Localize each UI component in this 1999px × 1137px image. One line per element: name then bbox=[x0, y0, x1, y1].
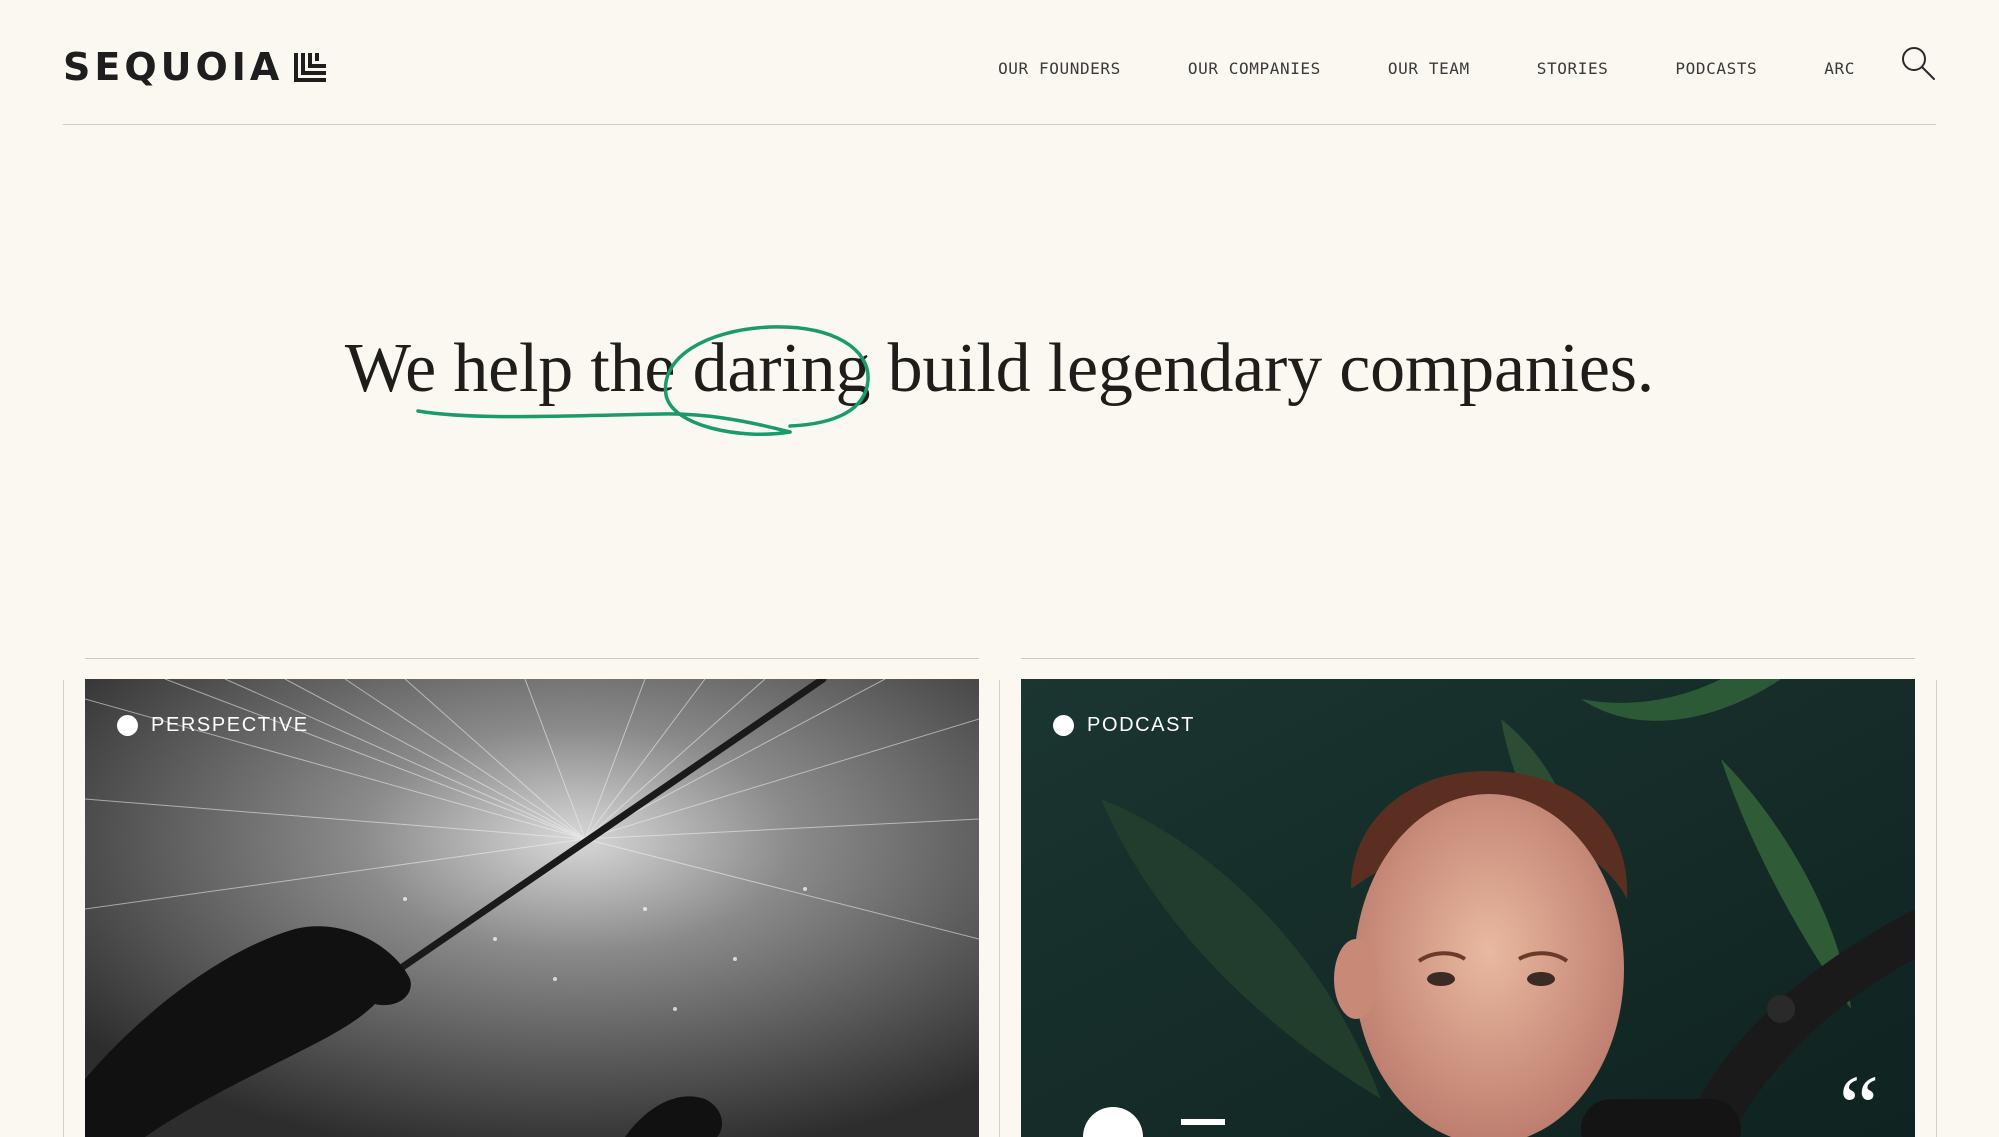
svg-text:“: “ bbox=[1839, 1058, 1879, 1137]
nav-our-companies[interactable]: OUR COMPANIES bbox=[1188, 59, 1321, 78]
hero-section: We help the daring build legendary compa… bbox=[0, 330, 1999, 407]
podcast-card[interactable]: “ PODCAST bbox=[1021, 679, 1915, 1137]
hero-closing-phrase: build legendary companies. bbox=[887, 330, 1655, 407]
nav-podcasts[interactable]: PODCASTS bbox=[1675, 59, 1757, 78]
card-top-rule-2 bbox=[1021, 658, 1915, 659]
hero-headline: We help the daring build legendary compa… bbox=[0, 330, 1999, 407]
site-header: SEQUOIA OUR FOUNDERS OUR COMPANIES OUR T… bbox=[63, 0, 1936, 125]
podcast-guest-image: “ bbox=[1021, 679, 1915, 1137]
logo-tree-icon bbox=[294, 53, 327, 82]
nav-our-team[interactable]: OUR TEAM bbox=[1388, 59, 1470, 78]
hero-word-we: We bbox=[344, 330, 437, 407]
card-top-rule-1 bbox=[85, 658, 979, 659]
nav-stories[interactable]: STORIES bbox=[1537, 59, 1609, 78]
search-icon[interactable] bbox=[1900, 45, 1936, 81]
cards-frame-middle bbox=[999, 680, 1000, 1137]
tag-label: PERSPECTIVE bbox=[151, 714, 309, 736]
nav-our-founders[interactable]: OUR FOUNDERS bbox=[998, 59, 1121, 78]
tag-label: PODCAST bbox=[1087, 714, 1195, 736]
cards-frame-right bbox=[1936, 680, 1937, 1137]
logo-wordmark: SEQUOIA bbox=[63, 45, 284, 89]
nav-arc[interactable]: ARC bbox=[1824, 59, 1855, 78]
main-nav: OUR FOUNDERS OUR COMPANIES OUR TEAM STOR… bbox=[998, 47, 1936, 81]
perspective-tag: PERSPECTIVE bbox=[117, 714, 309, 737]
cards-frame-left bbox=[63, 680, 64, 1137]
tag-dot-icon bbox=[1053, 715, 1074, 736]
sequoia-logo[interactable]: SEQUOIA bbox=[63, 48, 327, 86]
hero-circled-word: daring bbox=[692, 330, 871, 407]
hero-underlined-phrase: help the bbox=[453, 330, 676, 407]
conductor-image bbox=[85, 679, 979, 1137]
tag-dot-icon bbox=[117, 715, 138, 736]
perspective-card[interactable]: PERSPECTIVE bbox=[85, 679, 979, 1137]
podcast-tag: PODCAST bbox=[1053, 714, 1195, 737]
